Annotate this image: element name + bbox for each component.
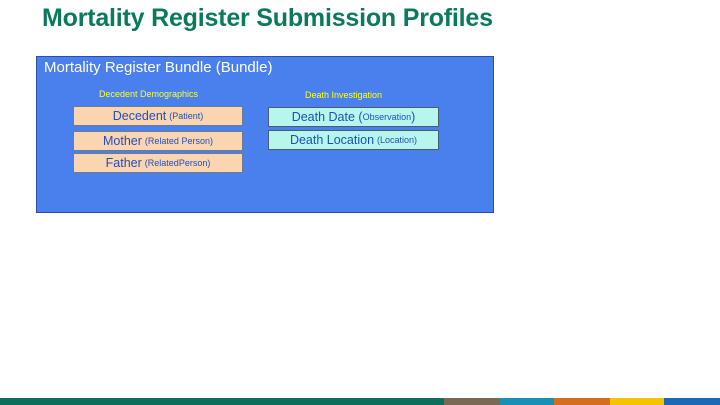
profile-type: Observation [362, 112, 412, 122]
profile-type: (Patient) [169, 111, 204, 121]
profile-type: (RelatedPerson) [144, 158, 211, 168]
bundle-box: Mortality Register Bundle (Bundle) Deced… [36, 56, 494, 213]
profile-type: (Related Person) [144, 136, 213, 146]
profile-type: (Location) [377, 135, 418, 145]
profile-name: Death Date ( [291, 110, 363, 124]
profile-name: Decedent [112, 109, 167, 123]
group-label-death-investigation: Death Investigation [305, 90, 383, 100]
footer-segment [664, 398, 720, 405]
profile-card-death-location: Death Location (Location) [268, 130, 439, 150]
footer-segment [500, 398, 554, 405]
profile-name: Death Location [289, 133, 375, 147]
footer-color-bar [0, 398, 720, 405]
slide-title: Mortality Register Submission Profiles [42, 4, 493, 32]
footer-segment [444, 398, 500, 405]
profile-name-suffix: ) [411, 110, 416, 124]
footer-segment [610, 398, 664, 405]
footer-segment [0, 398, 444, 405]
bundle-title: Mortality Register Bundle (Bundle) [44, 59, 273, 76]
profile-card-decedent: Decedent (Patient) [73, 106, 243, 126]
profile-name: Mother [103, 134, 142, 148]
profile-name: Father [105, 156, 142, 170]
group-label-decedent-demographics: Decedent Demographics [99, 89, 199, 99]
profile-card-mother: Mother (Related Person) [73, 131, 243, 151]
profile-card-death-date: Death Date (Observation) [268, 107, 439, 127]
profile-card-father: Father (RelatedPerson) [73, 153, 243, 173]
footer-segment [554, 398, 610, 405]
